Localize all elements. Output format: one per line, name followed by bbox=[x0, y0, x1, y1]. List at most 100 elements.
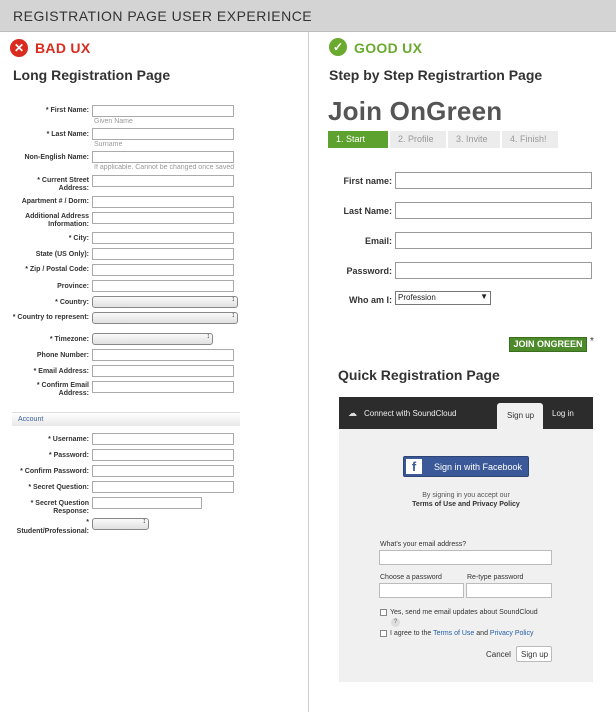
join-email-input[interactable] bbox=[395, 232, 592, 249]
and-text: and bbox=[476, 630, 488, 637]
first-name-input[interactable] bbox=[92, 105, 234, 117]
non-english-name-input[interactable] bbox=[92, 151, 234, 163]
error-x-icon: ✕ bbox=[10, 39, 28, 57]
cloud-icon: ☁ bbox=[348, 408, 357, 418]
phone-label: Phone Number: bbox=[36, 352, 89, 359]
join-asterisk: * bbox=[590, 336, 594, 347]
checkmark-icon: ✓ bbox=[329, 38, 347, 56]
quick-registration-title: Quick Registration Page bbox=[338, 367, 500, 383]
password-label: * Password: bbox=[48, 452, 89, 459]
soundcloud-header: ☁ Connect with SoundCloud Sign up Log in bbox=[339, 397, 593, 429]
banner-title: REGISTRATION PAGE USER EXPERIENCE bbox=[13, 8, 313, 24]
who-am-i-select[interactable]: Profession ▼ bbox=[395, 291, 491, 305]
email-input[interactable] bbox=[92, 365, 234, 377]
join-password-label: Password: bbox=[346, 266, 392, 276]
connect-label: Connect with SoundCloud bbox=[364, 409, 457, 418]
good-ux-label: GOOD UX bbox=[354, 40, 423, 56]
terms-privacy-text: Terms of Use and Privacy Policy bbox=[412, 501, 520, 508]
soundcloud-email-input[interactable] bbox=[379, 550, 552, 565]
retype-password-label: Re-type password bbox=[467, 574, 524, 581]
account-label: Account bbox=[18, 416, 44, 423]
join-last-name-label: Last Name: bbox=[343, 206, 392, 216]
accept-text: By signing in you accept our bbox=[422, 492, 510, 499]
email-label: * Email Address: bbox=[33, 368, 89, 375]
terms-of-use-link[interactable]: Terms of Use bbox=[433, 630, 474, 637]
phone-input[interactable] bbox=[92, 349, 234, 361]
sign-up-button-label: Sign up bbox=[521, 650, 549, 659]
city-label: * City: bbox=[68, 235, 89, 242]
country-label: * Country: bbox=[55, 299, 89, 306]
who-am-i-value: Profession bbox=[398, 293, 436, 302]
facebook-icon: f bbox=[406, 459, 422, 474]
secret-response-input[interactable] bbox=[92, 497, 202, 509]
apartment-input[interactable] bbox=[92, 196, 234, 208]
username-label: * Username: bbox=[48, 436, 89, 443]
agree-terms-text: I agree to the Terms of Use and Privacy … bbox=[390, 630, 534, 637]
secret-response-label: * Secret Question Response: bbox=[30, 500, 89, 515]
page-banner: REGISTRATION PAGE USER EXPERIENCE bbox=[0, 0, 616, 32]
facebook-button-label: Sign in with Facebook bbox=[434, 462, 523, 472]
choose-password-label: Choose a password bbox=[380, 574, 442, 581]
secret-question-input[interactable] bbox=[92, 481, 234, 493]
tab-log-in[interactable]: Log in bbox=[552, 409, 574, 418]
help-question-icon[interactable]: ? bbox=[391, 618, 400, 627]
street-address-label: * Current Street Address: bbox=[37, 177, 89, 192]
email-updates-label: Yes, send me email updates about SoundCl… bbox=[390, 609, 538, 616]
soundcloud-panel: ☁ Connect with SoundCloud Sign up Log in… bbox=[339, 397, 593, 682]
country-select[interactable] bbox=[92, 296, 238, 308]
non-english-name-label: Non-English Name: bbox=[24, 154, 89, 161]
long-registration-title: Long Registration Page bbox=[13, 67, 171, 83]
province-input[interactable] bbox=[92, 280, 234, 292]
step-finish: 4. Finish! bbox=[502, 131, 558, 148]
first-name-label: * First Name: bbox=[45, 107, 89, 114]
sign-up-button[interactable]: Sign up bbox=[516, 646, 552, 662]
retype-password-input[interactable] bbox=[466, 583, 552, 598]
tab-sign-up[interactable]: Sign up bbox=[497, 403, 543, 429]
province-label: Province: bbox=[57, 283, 89, 290]
step-registration-title: Step by Step Registrartion Page bbox=[329, 67, 543, 83]
timezone-label: * Timezone: bbox=[49, 336, 89, 343]
join-ongreen-button[interactable]: JOIN ONGREEN bbox=[509, 337, 587, 352]
join-password-input[interactable] bbox=[395, 262, 592, 279]
email-question-label: What's your email address? bbox=[380, 541, 467, 548]
choose-password-input[interactable] bbox=[379, 583, 464, 598]
additional-address-input[interactable] bbox=[92, 212, 234, 224]
cancel-link[interactable]: Cancel bbox=[486, 650, 511, 659]
state-label: State (US Only): bbox=[35, 251, 89, 258]
username-input[interactable] bbox=[92, 433, 234, 445]
email-updates-checkbox[interactable] bbox=[380, 609, 387, 616]
password-input[interactable] bbox=[92, 449, 234, 461]
student-professional-select[interactable] bbox=[92, 518, 149, 530]
student-required-marker: * bbox=[86, 519, 89, 526]
secret-question-label: * Secret Question: bbox=[28, 484, 89, 491]
join-title: Join OnGreen bbox=[328, 96, 503, 126]
last-name-label: * Last Name: bbox=[46, 131, 89, 138]
join-last-name-input[interactable] bbox=[395, 202, 592, 219]
step-profile: 2. Profile bbox=[390, 131, 446, 148]
apartment-label: Apartment # / Dorm: bbox=[21, 198, 89, 205]
who-am-i-label: Who am I: bbox=[349, 295, 392, 305]
step-start: 1. Start bbox=[328, 131, 388, 148]
student-professional-label: Student/Professional: bbox=[16, 528, 89, 535]
additional-address-label: Additional Address Information: bbox=[25, 213, 89, 228]
zip-input[interactable] bbox=[92, 264, 234, 276]
state-input[interactable] bbox=[92, 248, 234, 260]
last-name-input[interactable] bbox=[92, 128, 234, 140]
join-first-name-label: First name: bbox=[343, 176, 392, 186]
tab-sign-up-label: Sign up bbox=[507, 411, 535, 420]
confirm-email-label: * Confirm Email Address: bbox=[36, 382, 89, 397]
confirm-email-input[interactable] bbox=[92, 381, 234, 393]
account-section-header: Account bbox=[12, 412, 240, 426]
agree-terms-checkbox[interactable] bbox=[380, 630, 387, 637]
timezone-select[interactable] bbox=[92, 333, 213, 345]
privacy-policy-link[interactable]: Privacy Policy bbox=[490, 630, 534, 637]
city-input[interactable] bbox=[92, 232, 234, 244]
street-address-input[interactable] bbox=[92, 175, 234, 187]
facebook-sign-in-button[interactable]: f Sign in with Facebook bbox=[403, 456, 529, 477]
surname-hint: Surname bbox=[94, 141, 123, 148]
country-represent-select[interactable] bbox=[92, 312, 238, 324]
dropdown-arrow-icon: ▼ bbox=[480, 292, 488, 301]
confirm-password-input[interactable] bbox=[92, 465, 234, 477]
join-first-name-input[interactable] bbox=[395, 172, 592, 189]
step-invite: 3. Invite bbox=[448, 131, 500, 148]
